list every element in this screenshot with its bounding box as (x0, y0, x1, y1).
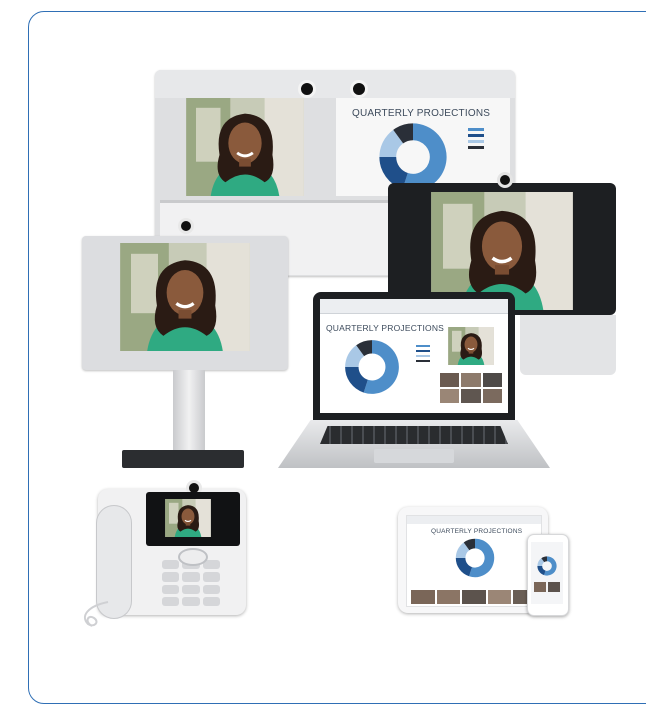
donut-slice (379, 129, 404, 158)
donut-slice (379, 156, 409, 189)
smartphone-screen (531, 542, 563, 604)
donut-chart-icon (455, 538, 495, 578)
donut-chart-icon (345, 340, 399, 394)
smartphone-participant-thumbs (534, 582, 560, 592)
donut-slice (345, 345, 365, 368)
laptop-participant-grid (440, 373, 502, 403)
donut-slice (463, 538, 476, 551)
keypad-icon (162, 560, 220, 606)
donut-chart-icon (379, 123, 447, 191)
tablet-toolbar (407, 516, 541, 524)
camera-icon (497, 172, 513, 188)
laptop-self-video (440, 327, 502, 365)
donut-slice (356, 340, 373, 357)
donut-slice (393, 123, 414, 144)
room-screen-left-video (160, 98, 330, 196)
desk-phone-nav-ring (178, 548, 208, 566)
donut-slice (537, 565, 546, 576)
tablet-screen: QUARTERLY PROJECTIONS (406, 515, 542, 607)
slide-title: QUARTERLY PROJECTIONS (326, 323, 445, 333)
desk-phone-video (163, 499, 213, 537)
donut-slice (537, 558, 545, 567)
room-screen-right-slide: QUARTERLY PROJECTIONS (336, 98, 510, 196)
donut-slice (541, 556, 548, 563)
donut-slice (455, 542, 470, 559)
monitor-neck (173, 370, 205, 450)
laptop-screen: QUARTERLY PROJECTIONS (320, 299, 508, 413)
donut-slice (455, 557, 473, 577)
camera-icon (298, 80, 316, 98)
laptop-app-toolbar (320, 299, 508, 314)
slide-title: QUARTERLY PROJECTIONS (431, 528, 523, 535)
room-system-camera-bar (155, 70, 515, 98)
laptop-trackpad (374, 449, 454, 463)
slide-legend (468, 128, 492, 152)
donut-chart-icon (537, 556, 557, 576)
slide-legend (416, 345, 430, 362)
camera-icon (178, 218, 194, 234)
laptop-keyboard (320, 426, 508, 444)
monitor-foot (122, 450, 244, 468)
slide-title: QUARTERLY PROJECTIONS (352, 108, 491, 119)
phone-cord (83, 601, 109, 627)
donut-slice (345, 366, 369, 393)
desktop-base (520, 315, 616, 375)
tablet-participant-strip (411, 590, 537, 604)
camera-icon (350, 80, 368, 98)
standalone-monitor-video (89, 243, 281, 351)
